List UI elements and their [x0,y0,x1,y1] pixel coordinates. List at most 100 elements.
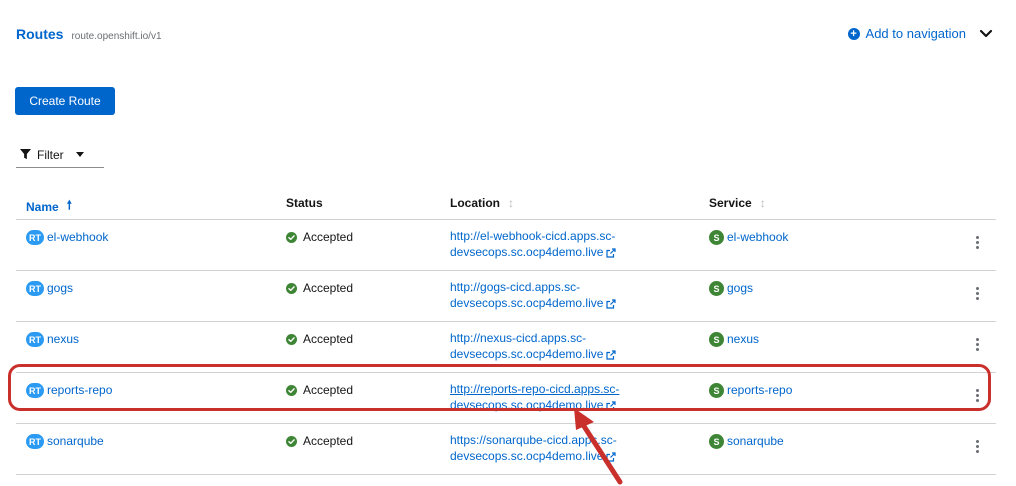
status-cell: Accepted [286,332,353,346]
status-text: Accepted [303,434,354,448]
location-link[interactable]: http://reports-repo-cicd.apps.sc-devseco… [450,381,650,413]
row-actions-kebab-icon[interactable] [976,389,980,402]
route-name-link[interactable]: sonarqube [47,434,104,448]
status-text: Accepted [303,230,354,244]
table-row: RT nexus Accepted http://nexus-cicd.apps.sc… [16,322,996,373]
filter-icon [20,149,31,160]
service-badge: S [709,230,724,246]
filter-dropdown[interactable]: Filter [16,142,104,168]
page-header: Routes route.openshift.io/v1 [16,26,162,42]
external-link-icon [606,299,617,309]
service-link[interactable]: gogs [727,281,753,295]
caret-down-icon [75,152,84,157]
row-actions-kebab-icon[interactable] [976,236,980,249]
location-line-1: http://reports-repo-cicd.apps.sc- [450,382,620,396]
service-cell: Sel-webhook [709,230,788,246]
sort-icon: ↕ [508,196,514,210]
route-name-link[interactable]: el-webhook [47,230,108,244]
service-badge: S [709,434,724,450]
route-name-link[interactable]: reports-repo [47,383,112,397]
status-cell: Accepted [286,281,353,295]
route-badge: RT [26,383,44,399]
column-header-name[interactable]: Name 🠕 [26,196,72,217]
location-line-2: devsecops.sc.ocp4demo.live [450,296,604,310]
route-name-cell: RT sonarqube [26,434,104,450]
location-line-1: http://nexus-cicd.apps.sc- [450,331,587,345]
check-circle-icon [286,384,297,396]
row-actions-kebab-icon[interactable] [976,287,980,300]
service-cell: Sreports-repo [709,383,792,399]
sort-icon: ↕ [759,196,766,210]
location-line-1: http://el-webhook-cicd.apps.sc- [450,229,616,243]
arrow-up-icon: 🠕 [66,198,72,212]
route-name-link[interactable]: nexus [47,332,79,346]
route-name-cell: RT gogs [26,281,73,297]
route-badge: RT [26,281,44,297]
service-link[interactable]: reports-repo [727,383,792,397]
external-link-icon [606,350,617,360]
column-header-location[interactable]: Location ↕ [450,196,514,210]
status-cell: Accepted [286,434,353,448]
column-header-service[interactable]: Service ↕ [709,196,766,210]
service-cell: Sgogs [709,281,753,297]
service-link[interactable]: sonarqube [727,434,784,448]
routes-table: Name 🠕 Status Location ↕ Service ↕ RT el-… [16,187,996,475]
route-name-link[interactable]: gogs [47,281,73,295]
route-badge: RT [26,434,44,450]
column-location-label: Location [450,196,500,210]
location-link[interactable]: http://gogs-cicd.apps.sc-devsecops.sc.oc… [450,279,650,311]
location-line-2: devsecops.sc.ocp4demo.live [450,347,604,361]
check-circle-icon [286,282,297,294]
table-header: Name 🠕 Status Location ↕ Service ↕ [16,187,996,220]
route-badge: RT [26,332,44,348]
row-actions-kebab-icon[interactable] [976,440,980,453]
table-body: RT el-webhook Accepted http://el-webhook-ci… [16,220,996,475]
row-actions-kebab-icon[interactable] [976,338,980,351]
check-circle-icon [286,231,297,243]
location-line-2: devsecops.sc.ocp4demo.live [450,245,604,259]
route-name-cell: RT nexus [26,332,79,348]
status-cell: Accepted [286,383,353,397]
service-cell: Ssonarqube [709,434,784,450]
location-line-2: devsecops.sc.ocp4demo.live [450,398,604,412]
service-badge: S [709,383,724,399]
status-text: Accepted [303,281,354,295]
check-circle-icon [286,435,297,447]
external-link-icon [606,401,617,411]
status-text: Accepted [303,332,354,346]
column-service-label: Service [709,196,752,210]
status-cell: Accepted [286,230,353,244]
location-line-2: devsecops.sc.ocp4demo.live [450,449,604,463]
chevron-down-icon[interactable] [978,26,994,42]
table-row: RT gogs Accepted http://gogs-cicd.apps.sc-d… [16,271,996,322]
add-to-navigation-link[interactable]: + Add to navigation [847,26,966,41]
route-badge: RT [26,230,44,246]
add-to-navigation-label: Add to navigation [865,26,966,41]
service-link[interactable]: nexus [727,332,759,346]
service-badge: S [709,332,724,348]
plus-circle-icon: + [847,27,860,40]
create-route-button[interactable]: Create Route [15,87,115,115]
table-row: RT reports-repo Accepted http://reports-rep… [16,373,996,424]
location-line-1: https://sonarqube-cicd.apps.sc- [450,433,617,447]
table-row: RT el-webhook Accepted http://el-webhook-ci… [16,220,996,271]
check-circle-icon [286,333,297,345]
status-text: Accepted [303,383,354,397]
table-row: RT sonarqube Accepted https://sonarqube-cic… [16,424,996,475]
service-badge: S [709,281,724,297]
filter-label: Filter [37,147,64,162]
service-link[interactable]: el-webhook [727,230,788,244]
page-title: Routes [16,26,64,42]
api-version: route.openshift.io/v1 [71,31,162,42]
column-status-label: Status [286,196,323,210]
column-header-status[interactable]: Status [286,196,323,210]
service-cell: Snexus [709,332,759,348]
location-line-1: http://gogs-cicd.apps.sc- [450,280,581,294]
external-link-icon [606,248,617,258]
route-name-cell: RT el-webhook [26,230,108,246]
route-name-cell: RT reports-repo [26,383,112,399]
location-link[interactable]: https://sonarqube-cicd.apps.sc-devsecops… [450,432,650,464]
external-link-icon [606,452,617,462]
location-link[interactable]: http://el-webhook-cicd.apps.sc-devsecops… [450,228,650,260]
location-link[interactable]: http://nexus-cicd.apps.sc-devsecops.sc.o… [450,330,650,362]
